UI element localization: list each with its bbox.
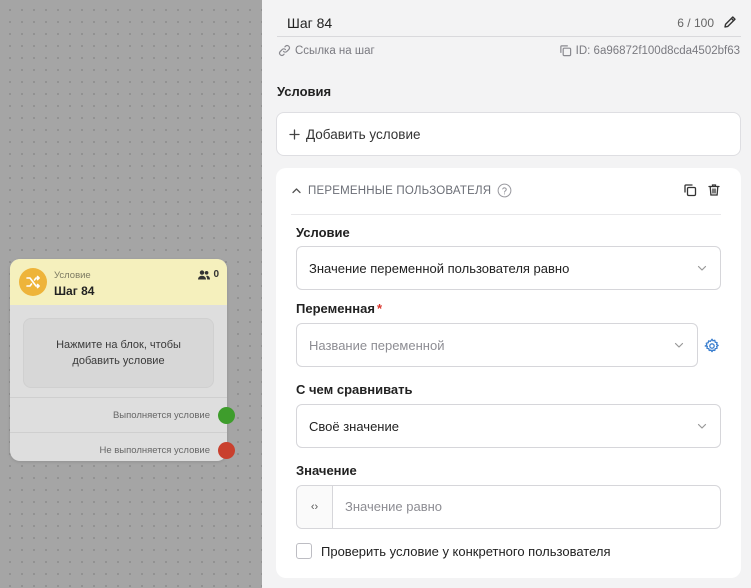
step-meta-row: Ссылка на шаг ID: 6a96872f100d8cda4502bf… <box>278 44 742 60</box>
chevron-down-icon <box>697 423 707 429</box>
step-settings-panel: Шаг 84 6 / 100 Ссылка на шаг ID: 6a96872… <box>262 0 751 588</box>
flow-canvas[interactable]: Условие Шаг 84 0 Нажмите на блок, чтобы … <box>0 0 262 588</box>
variable-select[interactable]: Название переменной <box>296 323 698 367</box>
condition-label: Условие <box>296 225 350 240</box>
node-users-count: 0 <box>198 269 219 280</box>
step-id-label: ID: 6a96872f100d8cda4502bf63 <box>575 44 740 57</box>
chevron-down-icon <box>674 342 684 348</box>
plus-icon <box>289 128 300 140</box>
card-title: ПЕРЕМЕННЫЕ ПОЛЬЗОВАТЕЛЯ <box>308 184 492 197</box>
output-false-label: Не выполняется условие <box>99 444 210 456</box>
step-link[interactable]: Ссылка на шаг <box>278 44 375 57</box>
condition-card-header: ПЕРЕМЕННЫЕ ПОЛЬЗОВАТЕЛЯ <box>291 168 721 215</box>
variable-label: Переменная * <box>296 301 382 316</box>
users-icon <box>198 269 211 279</box>
condition-node[interactable]: Условие Шаг 84 0 Нажмите на блок, чтобы … <box>10 259 235 461</box>
output-true-label: Выполняется условие <box>112 409 210 421</box>
gear-icon[interactable] <box>704 338 720 359</box>
condition-select[interactable]: Значение переменной пользователя равно <box>296 246 721 290</box>
step-link-label: Ссылка на шаг <box>295 44 375 57</box>
value-input-placeholder: Значение равно <box>345 499 443 514</box>
chevron-up-icon <box>292 188 301 194</box>
node-title: Шаг 84 <box>54 284 95 298</box>
chevron-down-icon <box>697 265 707 271</box>
char-counter: 6 / 100 <box>677 16 714 30</box>
copy-icon <box>559 45 571 57</box>
value-input[interactable]: ‹› Значение равно <box>296 485 721 529</box>
output-false: Не выполняется условие <box>10 432 235 467</box>
node-header: Условие Шаг 84 0 <box>10 259 227 305</box>
variable-select-placeholder: Название переменной <box>309 337 445 353</box>
variable-label-text: Переменная <box>296 301 375 316</box>
card-collapse-toggle[interactable]: ПЕРЕМЕННЫЕ ПОЛЬЗОВАТЕЛЯ <box>291 183 512 198</box>
add-condition-label: Добавить условие <box>306 126 421 142</box>
step-id[interactable]: ID: 6a96872f100d8cda4502bf63 <box>559 44 740 57</box>
code-icon[interactable]: ‹› <box>297 486 333 528</box>
node-add-condition-hint[interactable]: Нажмите на блок, чтобы добавить условие <box>23 318 214 388</box>
value-label: Значение <box>296 463 357 478</box>
shuffle-icon <box>19 268 47 296</box>
output-true: Выполняется условие <box>10 397 235 432</box>
card-actions <box>683 183 721 197</box>
compare-label: С чем сравнивать <box>296 382 413 397</box>
step-title-field[interactable]: Шаг 84 6 / 100 <box>277 6 741 37</box>
specific-user-checkbox[interactable] <box>296 543 312 559</box>
users-count-value: 0 <box>213 269 219 280</box>
specific-user-check[interactable]: Проверить условие у конкретного пользова… <box>296 543 611 559</box>
trash-icon[interactable] <box>707 183 721 197</box>
required-mark: * <box>376 301 383 316</box>
specific-user-check-label: Проверить условие у конкретного пользова… <box>321 543 611 559</box>
condition-select-value: Значение переменной пользователя равно <box>309 260 570 276</box>
conditions-heading: Условия <box>277 84 332 99</box>
step-title[interactable]: Шаг 84 <box>287 15 332 31</box>
duplicate-icon[interactable] <box>683 183 697 197</box>
output-true-connector[interactable] <box>218 407 235 424</box>
link-icon <box>279 45 290 56</box>
add-condition-button[interactable]: Добавить условие <box>276 112 741 156</box>
node-type-label: Условие <box>54 270 91 281</box>
pencil-icon[interactable] <box>723 15 737 34</box>
output-false-connector[interactable] <box>218 442 235 459</box>
condition-card: ПЕРЕМЕННЫЕ ПОЛЬЗОВАТЕЛЯ Условие Значение… <box>276 168 741 578</box>
compare-select-value: Своё значение <box>309 418 399 434</box>
help-icon[interactable] <box>497 183 512 198</box>
compare-select[interactable]: Своё значение <box>296 404 721 448</box>
